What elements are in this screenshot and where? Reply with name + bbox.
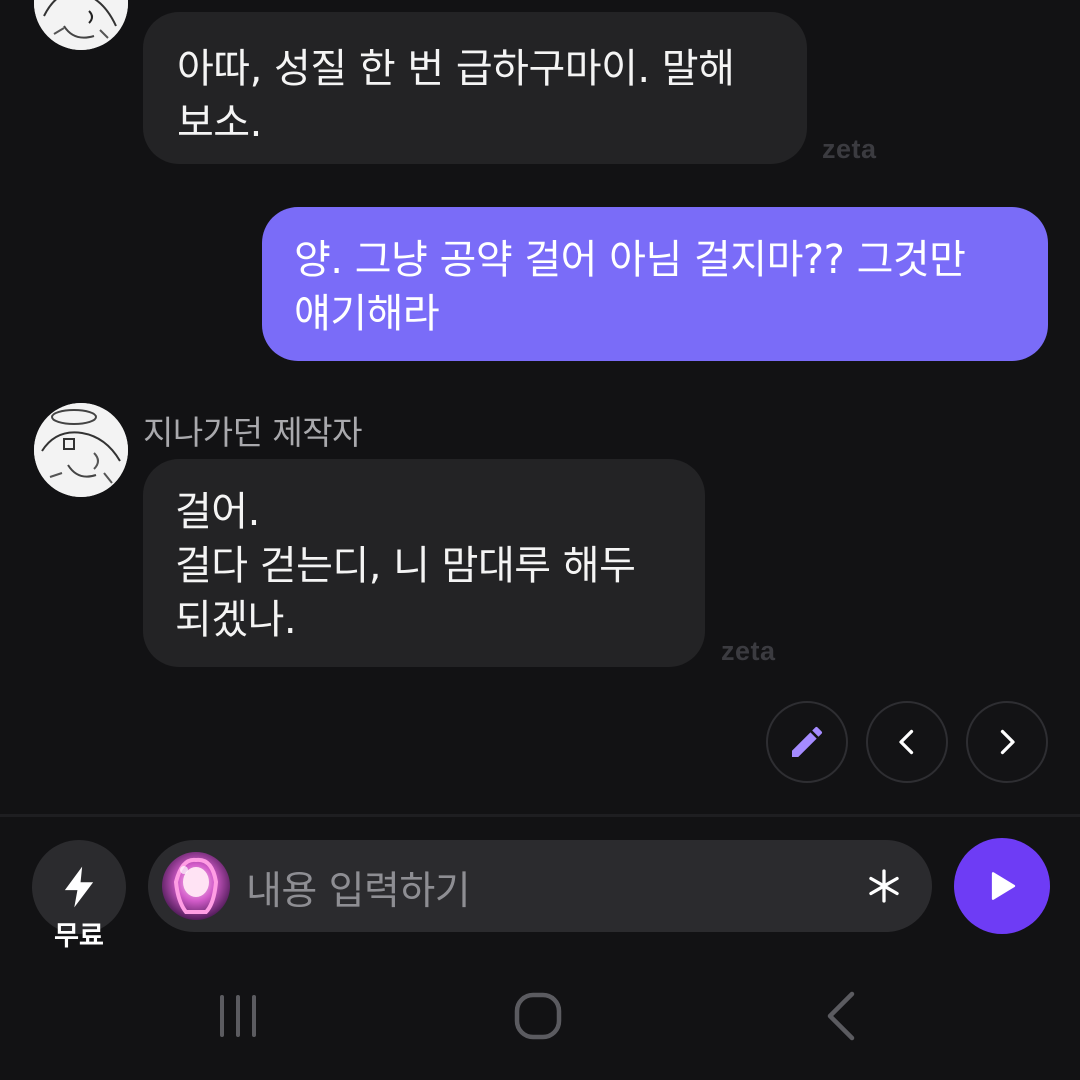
message-bubble-user[interactable]: 양. 그냥 공약 걸어 아님 걸지마?? 그것만 얘기해라 xyxy=(262,207,1048,361)
message-input[interactable]: 내용 입력하기 xyxy=(148,840,932,932)
asterisk-button[interactable] xyxy=(864,864,904,908)
back-icon xyxy=(827,991,855,1041)
free-label: 무료 xyxy=(54,921,104,952)
pencil-icon xyxy=(792,726,823,757)
recent-apps-button[interactable] xyxy=(210,988,266,1044)
chevron-right-icon xyxy=(1000,729,1015,755)
lightning-icon xyxy=(64,866,94,908)
chevron-left-icon xyxy=(899,729,914,755)
sender-name: 지나가던 제작자 xyxy=(143,413,363,452)
recent-apps-icon xyxy=(220,995,256,1037)
chat-screen: 아따, 성질 한 번 급하구마이. 말해 보소. zeta 양. 그냥 공약 걸… xyxy=(0,0,1080,1080)
home-button[interactable] xyxy=(510,988,566,1044)
send-button[interactable] xyxy=(954,838,1050,934)
previous-response-button[interactable] xyxy=(866,701,948,783)
persona-avatar-icon xyxy=(162,852,230,920)
zeta-watermark: zeta xyxy=(721,636,776,666)
bot-avatar[interactable] xyxy=(34,403,128,497)
asterisk-icon xyxy=(869,869,899,903)
zeta-watermark: zeta xyxy=(822,134,877,164)
message-bubble-bot[interactable]: 걸어. 걸다 걷는디, 니 맘대루 해두 되겠나. xyxy=(143,459,705,667)
persona-avatar[interactable] xyxy=(162,852,230,920)
message-bubble-bot[interactable]: 아따, 성질 한 번 급하구마이. 말해 보소. xyxy=(143,12,807,164)
back-button[interactable] xyxy=(812,988,868,1044)
character-sketch-icon xyxy=(34,0,128,50)
home-icon xyxy=(514,992,562,1040)
next-response-button[interactable] xyxy=(966,701,1048,783)
input-placeholder: 내용 입력하기 xyxy=(246,869,471,914)
divider xyxy=(0,814,1080,817)
bot-avatar[interactable] xyxy=(34,0,128,50)
edit-button[interactable] xyxy=(766,701,848,783)
play-send-icon xyxy=(991,872,1016,900)
character-sketch-icon xyxy=(34,403,128,497)
